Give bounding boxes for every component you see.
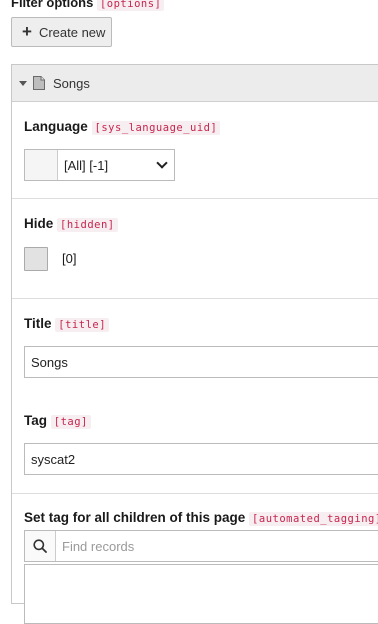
title-input[interactable]: Songs [24,346,378,378]
divider [12,198,378,199]
filter-options-field-name: [options] [96,0,165,11]
find-records-input[interactable]: Find records [56,531,378,561]
language-label: Language [sys_language_uid] [24,119,221,135]
tag-input[interactable]: syscat2 [24,443,378,475]
filter-options-text: Filter options [11,0,94,10]
title-field-name: [title] [55,318,110,332]
tag-input-value: syscat2 [31,451,76,467]
hide-field-name: [hidden] [57,218,118,232]
chevron-down-icon [156,157,168,169]
record-panel-header[interactable]: Songs [12,65,378,102]
language-flag [25,150,58,180]
record-title: Songs [53,75,90,91]
automated-tagging-label: Set tag for all children of this page [a… [24,510,378,526]
tag-field-name: [tag] [50,415,91,429]
document-icon [33,76,45,90]
plus-icon: + [22,22,32,41]
divider [12,298,378,299]
language-selected-text: [All] [-1] [64,157,109,173]
automated-tagging-field-name: [automated_tagging] [249,512,378,526]
create-new-label: Create new [38,24,106,40]
language-select-value[interactable]: [All] [-1] [58,150,174,180]
record-search[interactable]: Find records [24,530,378,562]
tag-label: Tag [tag] [24,413,91,429]
find-records-placeholder: Find records [62,538,135,554]
hide-label-text: Hide [24,216,54,231]
caret-down-icon[interactable] [19,80,27,86]
hide-value: [0] [62,251,77,266]
language-select[interactable]: [All] [-1] [24,149,175,181]
search-icon[interactable] [25,531,56,561]
hide-label: Hide [hidden] [24,216,118,232]
create-new-button[interactable]: + Create new [11,17,112,47]
title-input-value: Songs [31,354,68,370]
tag-label-text: Tag [24,413,47,428]
language-field-name: [sys_language_uid] [91,121,221,135]
record-panel: Songs Language [sys_language_uid] [All] … [11,64,378,624]
divider [12,493,378,494]
title-label: Title [title] [24,316,110,332]
automated-tagging-label-text: Set tag for all children of this page [24,510,246,525]
hide-checkbox[interactable] [24,247,48,271]
selected-records-box[interactable] [24,564,378,624]
language-label-text: Language [24,119,88,134]
title-label-text: Title [24,316,52,331]
filter-options-label: Filter options [options] [11,0,165,11]
